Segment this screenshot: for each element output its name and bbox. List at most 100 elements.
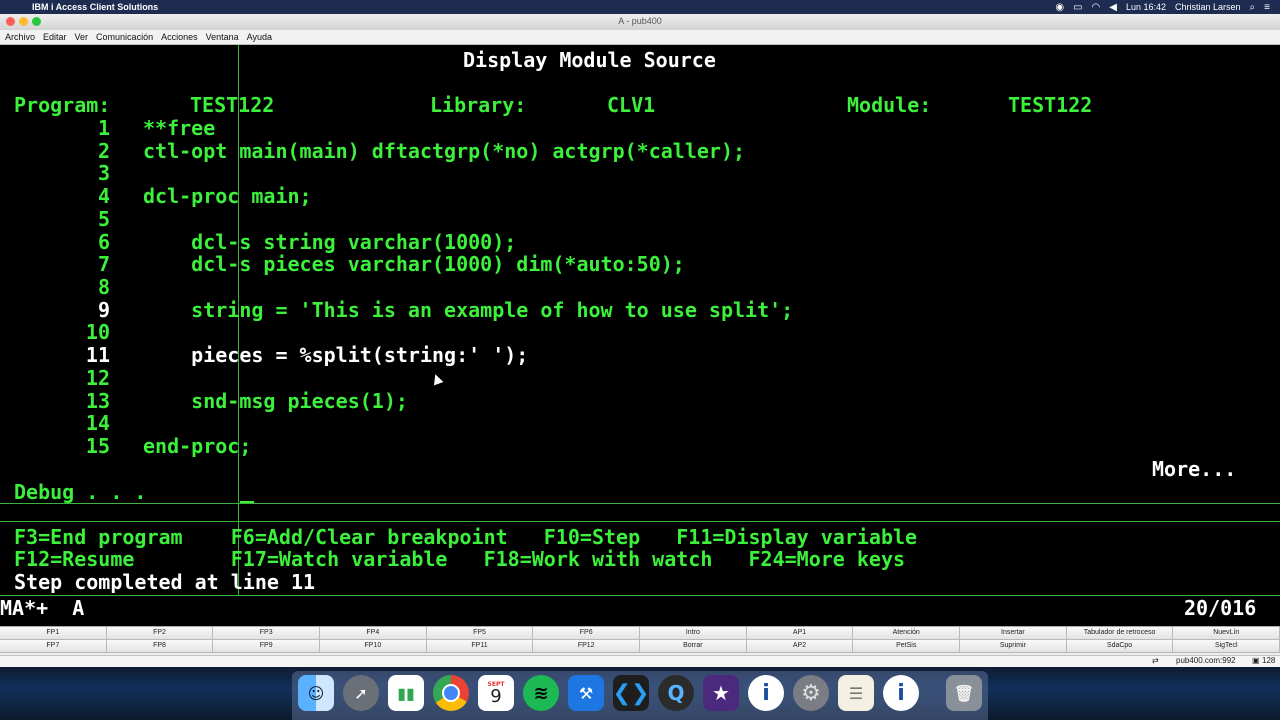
calendar-icon[interactable]: SEPT 9 xyxy=(478,675,514,711)
volume-icon[interactable]: ◀ xyxy=(1109,2,1117,13)
search-icon[interactable]: ⌕ xyxy=(1250,2,1256,13)
module-label: Module: xyxy=(847,93,932,117)
numbers-icon[interactable]: ▮▮ xyxy=(388,675,424,711)
key-fp1[interactable]: FP1 xyxy=(0,627,107,640)
current-line-number: 11 xyxy=(85,343,110,367)
lock-icon: ▣ xyxy=(1252,656,1260,665)
window-titlebar: A - pub400 xyxy=(0,14,1280,31)
line-number: 3 xyxy=(97,161,110,185)
source-line[interactable]: ctl-opt main(main) dftactgrp(*no) actgrp… xyxy=(143,140,745,162)
status-message: Step completed at line 11 xyxy=(14,570,316,594)
source-line[interactable]: dcl-proc main; xyxy=(143,185,312,207)
xcode-icon[interactable]: ⚒ xyxy=(568,675,604,711)
menu-acciones[interactable]: Acciones xyxy=(161,32,198,42)
quicktime-icon[interactable]: Q xyxy=(658,675,694,711)
source-line[interactable]: end-proc; xyxy=(143,435,251,457)
trash-icon[interactable]: 🗑 xyxy=(946,675,982,711)
spotify-icon[interactable]: ≋ xyxy=(523,675,559,711)
menu-archivo[interactable]: Archivo xyxy=(5,32,35,42)
wifi-icon[interactable]: ◠ xyxy=(1092,2,1101,13)
more-indicator: More... xyxy=(1152,457,1237,481)
menu-list-icon[interactable]: ≡ xyxy=(1264,2,1270,13)
menubar-app-name[interactable]: IBM i Access Client Solutions xyxy=(32,2,158,12)
connection-count: 128 xyxy=(1262,656,1276,665)
key-ap1[interactable]: AP1 xyxy=(746,627,854,640)
key-fp9[interactable]: FP9 xyxy=(213,640,321,653)
mac-dock: ☺ ➚ ▮▮ SEPT 9 ≋ ⚒ ❮❯ Q ★ i ⚙ ☰ i 🗑 xyxy=(0,667,1280,720)
function-keys-line-2[interactable]: F12=Resume F17=Watch variable F18=Work w… xyxy=(14,548,905,570)
key-atencion[interactable]: Atención xyxy=(853,627,961,640)
connection-host: pub400.com:992 xyxy=(1176,656,1236,665)
menubar-clock[interactable]: Lun 16:42 xyxy=(1126,2,1166,12)
terminal-screen[interactable]: Display Module Source Program: TEST122 L… xyxy=(0,45,1280,627)
imovie-icon[interactable]: ★ xyxy=(703,675,739,711)
chrome-icon[interactable] xyxy=(433,675,469,711)
menu-ver[interactable]: Ver xyxy=(75,32,89,42)
line-number: 2 xyxy=(97,139,110,163)
window-title: A - pub400 xyxy=(618,16,662,26)
mac-menubar: IBM i Access Client Solutions ◉ ▭ ◠ ◀ Lu… xyxy=(0,0,1280,14)
line-number: 15 xyxy=(85,434,110,458)
function-keys-line-1[interactable]: F3=End program F6=Add/Clear breakpoint F… xyxy=(14,526,917,548)
library-label: Library: xyxy=(430,93,527,117)
key-fp4[interactable]: FP4 xyxy=(320,627,427,640)
menubar-user[interactable]: Christian Larsen xyxy=(1175,2,1241,12)
library-value: CLV1 xyxy=(607,93,656,117)
ibm-i-acs-icon[interactable]: i xyxy=(748,675,784,711)
key-borrar[interactable]: Borrar xyxy=(640,640,747,653)
launchpad-icon[interactable]: ➚ xyxy=(343,675,379,711)
key-fp11[interactable]: FP11 xyxy=(426,640,534,653)
vscode-icon[interactable]: ❮❯ xyxy=(613,675,649,711)
line-number: 12 xyxy=(85,366,110,390)
key-petsis[interactable]: PetSis xyxy=(853,640,961,653)
source-line[interactable]: string = 'This is an example of how to u… xyxy=(143,299,793,321)
menu-ayuda[interactable]: Ayuda xyxy=(247,32,272,42)
finder-icon[interactable]: ☺ xyxy=(298,675,334,711)
key-intro[interactable]: Intro xyxy=(640,627,747,640)
key-fp12[interactable]: FP12 xyxy=(533,640,641,653)
separator-line xyxy=(0,521,1280,522)
source-line[interactable]: dcl-s string varchar(1000); xyxy=(143,231,516,253)
system-preferences-icon[interactable]: ⚙ xyxy=(793,675,829,711)
notes-icon[interactable]: ☰ xyxy=(838,675,874,711)
key-fp6[interactable]: FP6 xyxy=(533,627,641,640)
key-ap2[interactable]: AP2 xyxy=(746,640,854,653)
line-number: 6 xyxy=(97,230,110,254)
source-line[interactable]: **free xyxy=(143,117,215,139)
key-next-key[interactable]: SigTecl xyxy=(1173,640,1280,653)
key-fp10[interactable]: FP10 xyxy=(320,640,427,653)
key-backtab[interactable]: Tabulador de retroceso xyxy=(1066,627,1174,640)
menubar-status-area: ◉ ▭ ◠ ◀ Lun 16:42 Christian Larsen ⌕ ≡ xyxy=(1055,2,1280,13)
status-icon[interactable]: ◉ xyxy=(1055,2,1064,13)
status-indicators: MA*+ A xyxy=(0,596,85,620)
line-number: 1 xyxy=(97,116,110,140)
source-line[interactable]: snd-msg pieces(1); xyxy=(143,390,408,412)
function-key-row-2: FP7 FP8 FP9 FP10 FP11 FP12 Borrar AP2 Pe… xyxy=(0,640,1280,653)
key-fp2[interactable]: FP2 xyxy=(106,627,214,640)
key-fp8[interactable]: FP8 xyxy=(106,640,214,653)
mouse-pointer-icon xyxy=(430,372,444,386)
cursor-position: 20/016 xyxy=(1184,596,1257,620)
menu-comunicacion[interactable]: Comunicación xyxy=(96,32,153,42)
key-newline[interactable]: NuevLín xyxy=(1173,627,1280,640)
line-number: 8 xyxy=(97,275,110,299)
key-insertar[interactable]: Insertar xyxy=(960,627,1067,640)
ibm-i-icon[interactable]: i xyxy=(883,675,919,711)
current-line-number: 9 xyxy=(97,298,110,322)
key-fp7[interactable]: FP7 xyxy=(0,640,107,653)
source-line[interactable]: dcl-s pieces varchar(1000) dim(*auto:50)… xyxy=(143,253,685,275)
line-number: 13 xyxy=(85,389,110,413)
key-suprimir[interactable]: Suprimir xyxy=(960,640,1067,653)
function-key-row-1: FP1 FP2 FP3 FP4 FP5 FP6 Intro AP1 Atenci… xyxy=(0,627,1280,640)
key-field-exit[interactable]: SdaCpo xyxy=(1066,640,1174,653)
key-fp5[interactable]: FP5 xyxy=(426,627,534,640)
airplay-icon[interactable]: ▭ xyxy=(1073,2,1082,13)
line-number: 14 xyxy=(85,411,110,435)
menu-editar[interactable]: Editar xyxy=(43,32,67,42)
operator-info-area: MA*+ A 20/016 xyxy=(0,595,1280,621)
menu-ventana[interactable]: Ventana xyxy=(206,32,239,42)
screen-title: Display Module Source xyxy=(463,48,716,72)
current-source-line[interactable]: pieces = %split(string:' '); xyxy=(143,344,528,366)
key-fp3[interactable]: FP3 xyxy=(213,627,321,640)
line-number: 10 xyxy=(85,320,110,344)
